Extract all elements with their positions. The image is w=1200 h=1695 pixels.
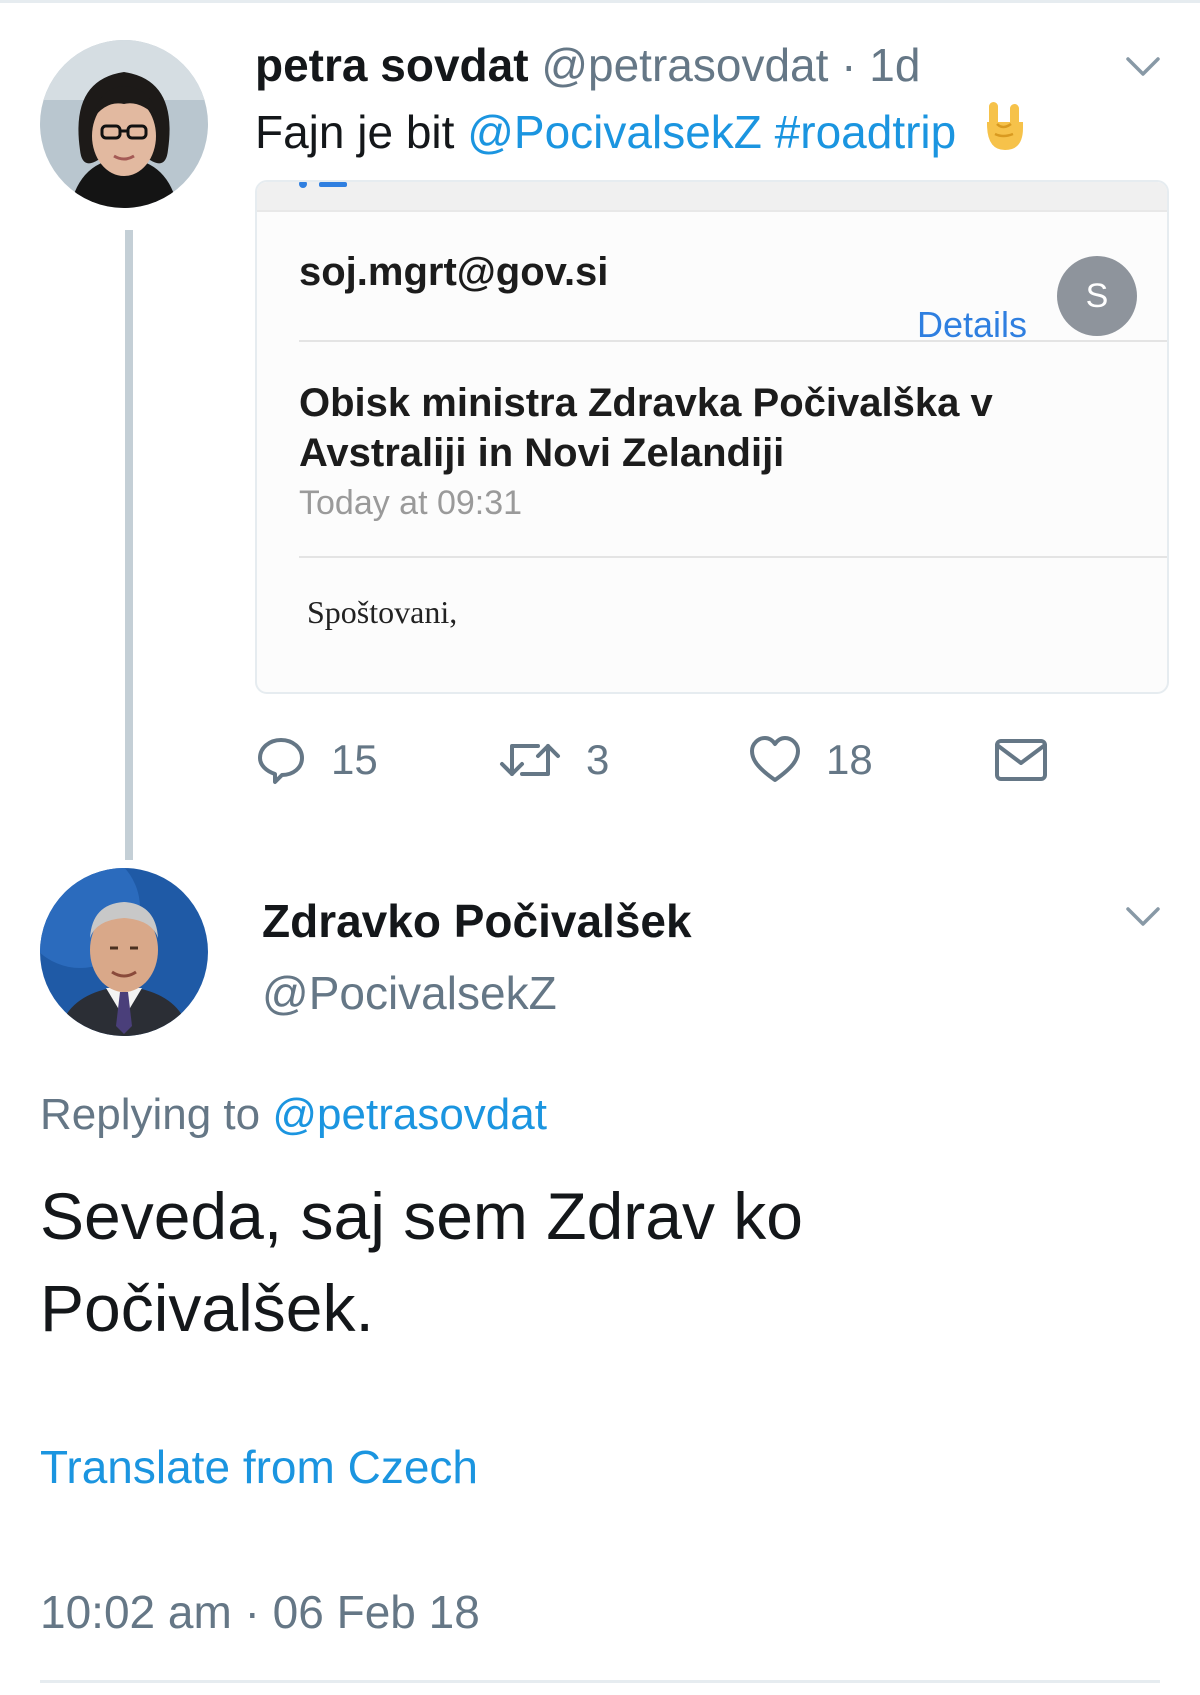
email-card-cropped-edge bbox=[299, 182, 347, 188]
chevron-down-icon[interactable] bbox=[1125, 56, 1161, 78]
tweet1-time[interactable]: 1d bbox=[869, 39, 920, 91]
envelope-icon bbox=[995, 739, 1047, 781]
tweet2-timestamp[interactable]: 10:02 am · 06 Feb 18 bbox=[40, 1585, 480, 1639]
email-sender-address: soj.mgrt@gov.si bbox=[299, 250, 609, 294]
translate-tweet-link[interactable]: Translate from Czech bbox=[40, 1440, 478, 1494]
email-date: Today at 09:31 bbox=[299, 484, 523, 522]
email-divider bbox=[299, 556, 1167, 558]
email-body-greeting: Spoštovani, bbox=[307, 594, 458, 630]
tweet1-text-prefix: Fajn je bit bbox=[255, 106, 455, 158]
reply-button[interactable]: 15 bbox=[255, 730, 378, 790]
tweet2-text: Seveda, saj sem Zdrav ko Počivalšek. bbox=[40, 1179, 803, 1345]
top-divider bbox=[0, 0, 1200, 3]
tweet1-header: petra sovdat @petrasovdat · 1d bbox=[255, 38, 920, 92]
retweet-button[interactable]: 3 bbox=[498, 730, 609, 790]
heart-icon bbox=[750, 736, 800, 782]
reply-count: 15 bbox=[331, 736, 378, 783]
retweet-icon bbox=[500, 744, 560, 776]
email-sender-avatar: S bbox=[1057, 256, 1137, 336]
bottom-divider bbox=[40, 1680, 1160, 1683]
email-divider bbox=[299, 340, 1167, 342]
direct-message-button[interactable] bbox=[993, 730, 1049, 790]
tweet2-author-name[interactable]: Zdravko Počivalšek bbox=[262, 894, 692, 948]
avatar-petra-sovdat[interactable] bbox=[40, 40, 208, 208]
tweet1-author-handle[interactable]: @petrasovdat bbox=[541, 39, 828, 91]
chevron-down-icon[interactable] bbox=[1125, 906, 1161, 928]
replying-to-line: Replying to @petrasovdat bbox=[40, 1090, 547, 1140]
avatar-zdravko-pocivalsek[interactable] bbox=[40, 868, 208, 1036]
thread-connector-line bbox=[125, 230, 133, 860]
tweet1-text: Fajn je bit @PocivalsekZ #roadtrip bbox=[255, 100, 1025, 163]
tweet1-hashtag-link[interactable]: #roadtrip bbox=[775, 106, 957, 158]
retweet-count: 3 bbox=[586, 736, 610, 783]
tweet1-author-name[interactable]: petra sovdat bbox=[255, 39, 529, 91]
email-screenshot-card[interactable]: soj.mgrt@gov.si Details S Obisk ministra… bbox=[255, 180, 1169, 694]
tweet2-author-handle[interactable]: @PocivalsekZ bbox=[262, 966, 557, 1020]
email-card-top-band bbox=[257, 182, 1167, 212]
replying-to-prefix: Replying to bbox=[40, 1090, 261, 1139]
tweet1-mention-link[interactable]: @PocivalsekZ bbox=[467, 106, 762, 158]
like-button[interactable]: 18 bbox=[748, 730, 873, 790]
replying-to-link[interactable]: @petrasovdat bbox=[272, 1090, 547, 1139]
rock-on-hand-icon bbox=[983, 100, 1025, 163]
like-count: 18 bbox=[826, 736, 873, 783]
tweet1-header-separator: · bbox=[841, 39, 857, 91]
email-subject: Obisk ministra Zdravka Počivalška v Avst… bbox=[299, 381, 993, 475]
reply-icon bbox=[258, 738, 304, 784]
